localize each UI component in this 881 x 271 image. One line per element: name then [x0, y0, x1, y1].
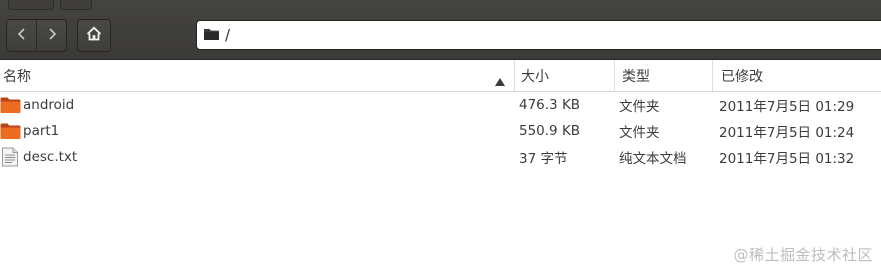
file-modified: 2011年7月5日 01:29 — [719, 99, 855, 115]
toolbar-tab-stub[interactable] — [60, 0, 92, 10]
column-header-name[interactable]: 名称 — [0, 60, 514, 91]
file-name: desc.txt — [23, 149, 78, 165]
file-type: 文件夹 — [619, 99, 660, 115]
column-header-modified-label: 已修改 — [721, 68, 763, 85]
location-bar[interactable]: / — [196, 20, 881, 50]
chevron-left-icon — [17, 26, 27, 45]
column-header-modified[interactable]: 已修改 — [712, 60, 881, 91]
back-button[interactable] — [7, 20, 36, 51]
column-header-type-label: 类型 — [622, 68, 650, 85]
file-size: 476.3 KB — [519, 97, 581, 113]
file-modified: 2011年7月5日 01:32 — [719, 151, 855, 167]
folder-icon — [203, 26, 220, 45]
toolbar: / — [0, 0, 881, 60]
column-header-name-label: 名称 — [3, 68, 31, 85]
file-modified: 2011年7月5日 01:24 — [719, 125, 855, 141]
file-name-cell: desc.txt — [0, 144, 77, 170]
file-size: 37 字节 — [519, 151, 568, 167]
file-name-cell: part1 — [0, 118, 59, 144]
file-type: 纯文本文档 — [619, 151, 687, 167]
text-file-icon — [0, 146, 22, 168]
forward-button[interactable] — [36, 20, 66, 51]
folder-icon — [0, 120, 22, 142]
home-icon — [86, 26, 102, 45]
watermark: @稀土掘金技术社区 — [733, 246, 873, 264]
sort-ascending-icon — [495, 71, 505, 90]
column-header-size-label: 大小 — [521, 68, 549, 85]
folder-icon — [0, 94, 22, 116]
column-header: 名称 大小 类型 已修改 — [0, 60, 881, 92]
file-type: 文件夹 — [619, 125, 660, 141]
file-name: part1 — [23, 123, 60, 139]
file-size: 550.9 KB — [519, 123, 581, 139]
file-row[interactable]: desc.txt 37 字节 纯文本文档 2011年7月5日 01:32 — [0, 144, 881, 170]
file-name-cell: android — [0, 92, 74, 118]
column-header-type[interactable]: 类型 — [614, 60, 712, 91]
navigation-buttons — [6, 19, 67, 52]
file-row[interactable]: part1 550.9 KB 文件夹 2011年7月5日 01:24 — [0, 118, 881, 144]
column-header-size[interactable]: 大小 — [514, 60, 614, 91]
file-list: android 476.3 KB 文件夹 2011年7月5日 01:29 par… — [0, 92, 881, 170]
location-path: / — [225, 26, 231, 44]
file-row[interactable]: android 476.3 KB 文件夹 2011年7月5日 01:29 — [0, 92, 881, 118]
file-name: android — [23, 97, 75, 113]
toolbar-tab-stub[interactable] — [8, 0, 54, 10]
chevron-right-icon — [47, 26, 57, 45]
home-button[interactable] — [77, 19, 111, 52]
